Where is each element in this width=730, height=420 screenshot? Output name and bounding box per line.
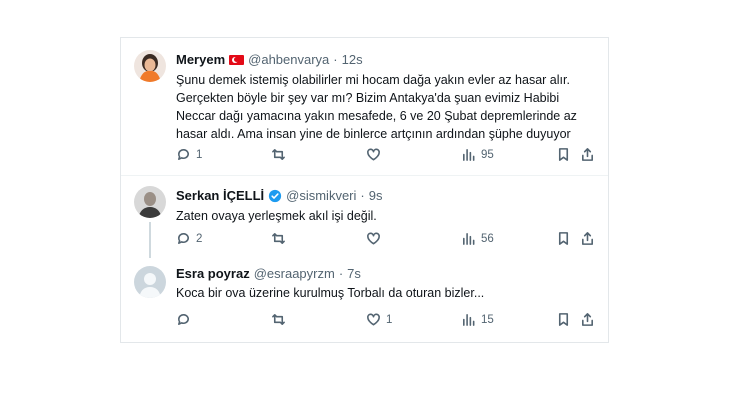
bookmark-icon <box>558 313 569 326</box>
bookmark-button[interactable] <box>556 231 571 246</box>
like-icon <box>367 232 380 245</box>
views-button[interactable]: 95 <box>461 147 494 162</box>
author-name[interactable]: Esra poyraz <box>176 266 250 281</box>
share-button[interactable] <box>580 231 595 246</box>
reply-thread-panel: Meryem @ahbenvarya · 12s Şunu demek iste… <box>120 37 609 343</box>
tweet-text-line: Gerçekten böyle bir şey var mı? Bizim An… <box>176 91 560 105</box>
retweet-icon <box>272 233 285 244</box>
share-button[interactable] <box>580 312 595 327</box>
retweet-icon <box>272 314 285 325</box>
bookmark-button[interactable] <box>556 312 571 327</box>
share-icon <box>582 313 593 326</box>
reply-icon <box>178 149 189 160</box>
separator-dot: · <box>360 188 365 203</box>
reply-button[interactable]: 1 <box>176 147 202 162</box>
author-name[interactable]: Serkan İÇELLİ <box>176 188 264 203</box>
tweet-text-line: Zaten ovaya yerleşmek akıl işi değil. <box>176 209 377 223</box>
tweet-actions: 2 56 <box>176 231 596 247</box>
views-count: 95 <box>481 148 494 161</box>
retweet-button[interactable] <box>271 147 291 162</box>
like-count: 1 <box>386 313 393 326</box>
views-button[interactable]: 56 <box>461 231 494 246</box>
like-icon <box>367 313 380 326</box>
views-count: 56 <box>481 232 494 245</box>
reply-button[interactable]: 2 <box>176 231 202 246</box>
like-button[interactable] <box>366 231 386 246</box>
avatar[interactable] <box>134 50 166 82</box>
thread-line <box>149 222 151 258</box>
reply-count: 1 <box>196 148 203 161</box>
author-handle[interactable]: @ahbenvarya <box>248 52 329 67</box>
views-icon <box>463 233 475 245</box>
bookmark-icon <box>558 232 569 245</box>
retweet-button[interactable] <box>271 312 291 327</box>
timestamp[interactable]: 12s <box>342 52 363 67</box>
bookmark-icon <box>558 148 569 161</box>
tweet-text: Zaten ovaya yerleşmek akıl işi değil. <box>176 207 596 225</box>
timestamp[interactable]: 7s <box>347 266 361 281</box>
share-button[interactable] <box>580 147 595 162</box>
author-name[interactable]: Meryem <box>176 52 225 67</box>
reply-icon <box>178 314 189 325</box>
tweet-text: Şunu demek istemiş olabilirler mi hocam … <box>176 71 596 143</box>
retweet-button[interactable] <box>271 231 291 246</box>
tweet-serkan[interactable]: Serkan İÇELLİ @sismikveri · 9s Zaten ova… <box>121 176 608 258</box>
bookmark-button[interactable] <box>556 147 571 162</box>
tweet-text-line: Neccar dağı yamacına yakın mesafede, 6 v… <box>176 109 577 123</box>
views-icon <box>463 149 475 161</box>
views-icon <box>463 314 475 326</box>
turkey-flag-icon <box>229 54 245 65</box>
views-button[interactable]: 15 <box>461 312 494 327</box>
avatar[interactable] <box>134 266 166 298</box>
share-icon <box>582 148 593 161</box>
like-button[interactable]: 1 <box>366 312 392 327</box>
reply-button[interactable] <box>176 312 196 327</box>
separator-dot: · <box>338 266 344 281</box>
tweet-actions: 1 95 <box>176 147 596 163</box>
verified-badge-icon <box>268 189 282 203</box>
reply-count: 2 <box>196 232 203 245</box>
retweet-icon <box>272 149 285 160</box>
reply-icon <box>178 233 189 244</box>
separator-dot: · <box>333 52 338 67</box>
avatar[interactable] <box>134 186 166 218</box>
tweet-actions: 1 15 <box>176 312 596 328</box>
author-handle[interactable]: @sismikveri <box>286 188 356 203</box>
share-icon <box>582 232 593 245</box>
views-count: 15 <box>481 313 494 326</box>
tweet-text-line: Koca bir ova üzerine kurulmuş Torbalı da… <box>176 286 485 300</box>
tweet-meryem[interactable]: Meryem @ahbenvarya · 12s Şunu demek iste… <box>121 38 608 175</box>
tweet-text: Koca bir ova üzerine kurulmuş Torbalı da… <box>176 284 596 302</box>
author-handle[interactable]: @esraapyrzm <box>254 266 335 281</box>
tweet-text-line: Şunu demek istemiş olabilirler mi hocam … <box>176 73 570 87</box>
like-icon <box>367 148 380 161</box>
like-button[interactable] <box>366 147 386 162</box>
timestamp[interactable]: 9s <box>369 188 383 203</box>
tweet-esra[interactable]: Esra poyraz @esraapyrzm · 7s Koca bir ov… <box>121 258 608 344</box>
tweet-text-line: hasar aldı. Ama insan yine de binlerce a… <box>176 127 571 141</box>
